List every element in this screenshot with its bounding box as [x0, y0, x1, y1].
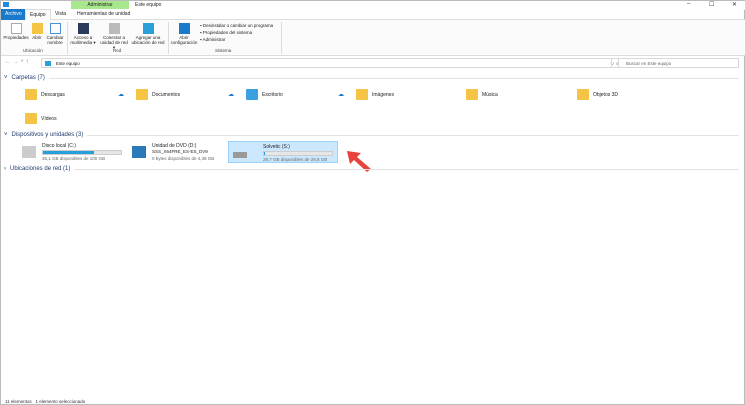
rename-button[interactable]: Cambiar nombre	[45, 23, 65, 45]
divider	[67, 22, 68, 54]
address-bar[interactable]: Este equipo ↻	[41, 58, 619, 68]
usb-drive-icon	[233, 152, 247, 158]
properties-button[interactable]: Propiedades	[3, 23, 29, 40]
drive-d[interactable]: Unidad de DVD (D:) SSS_X64FRE_ES-ES_DV9 …	[128, 141, 238, 163]
documents-icon	[136, 89, 148, 100]
downloads-icon	[25, 89, 37, 100]
folder-documentos[interactable]: Documentos	[136, 89, 180, 100]
music-icon	[466, 89, 478, 100]
up-button[interactable]: ↑	[26, 59, 29, 65]
media-access-button[interactable]: Acceso a multimedia ▾	[69, 23, 97, 45]
videos-icon	[25, 113, 37, 124]
forward-button[interactable]: →	[13, 59, 19, 65]
network-drive-icon	[108, 23, 120, 34]
drive-c-usage-bar	[42, 150, 122, 155]
divider	[281, 22, 282, 54]
uninstall-link[interactable]: ▪ Desinstalar o cambiar un programa	[200, 22, 273, 29]
add-network-location-button[interactable]: Agregar una ubicación de red	[131, 23, 165, 45]
folder-musica[interactable]: Música	[466, 89, 498, 100]
open-settings-button[interactable]: Abrir configuración	[170, 23, 198, 45]
section-network-header[interactable]: › Ubicaciones de red (1)	[4, 166, 739, 172]
group-sistema: Sistema	[215, 48, 232, 53]
group-red: Red	[113, 48, 122, 53]
3d-objects-icon	[577, 89, 589, 100]
cloud-icon: ☁	[228, 92, 234, 98]
properties-icon	[10, 23, 22, 34]
drive-s-selected[interactable]: Solvetic (S:) 28,7 GB disponibles de 28,…	[228, 141, 338, 163]
system-properties-link[interactable]: ▪ Propiedades del sistema	[200, 29, 273, 36]
rename-icon	[49, 23, 61, 34]
group-ubicacion: Ubicación	[23, 48, 43, 53]
ribbon: Propiedades Abrir Cambiar nombre Ubicaci…	[1, 20, 745, 56]
nav-buttons: ← → ˅ ↑	[5, 59, 29, 65]
open-button[interactable]: Abrir	[30, 23, 44, 40]
cloud-icon: ☁	[338, 92, 344, 98]
folder-imagenes[interactable]: Imágenes	[356, 89, 394, 100]
divider	[168, 22, 169, 54]
folder-icon	[31, 23, 43, 34]
section-folders-header[interactable]: ˅ Carpetas (7)	[4, 75, 739, 81]
context-tab-administrar[interactable]: Administrar	[71, 1, 129, 9]
folder-objetos-3d[interactable]: Objetos 3D	[577, 89, 618, 100]
tab-herramientas[interactable]: Herramientas de unidad	[73, 9, 134, 20]
status-bar: 11 elementos 1 elemento seleccionado	[5, 399, 86, 404]
ribbon-tabs: Archivo Equipo Vista Herramientas de uni…	[1, 9, 745, 20]
folder-escritorio[interactable]: Escritorio	[246, 89, 283, 100]
tab-archivo[interactable]: Archivo	[1, 9, 26, 20]
window-title: Este equipo	[135, 2, 162, 8]
folder-descargas[interactable]: Descargas	[25, 89, 65, 100]
pictures-icon	[356, 89, 368, 100]
app-icon	[3, 2, 9, 7]
close-button[interactable]: ✕	[732, 1, 737, 8]
search-input[interactable]: ⌕ Buscar en Este equipo	[611, 58, 739, 68]
dvd-drive-icon	[132, 146, 146, 158]
back-button[interactable]: ←	[5, 59, 11, 65]
section-drives-header[interactable]: ˅ Dispositivos y unidades (3)	[4, 132, 739, 138]
manage-link[interactable]: ▪ Administrar	[200, 36, 273, 43]
network-location-icon	[142, 23, 154, 34]
media-icon	[77, 23, 89, 34]
windows-drive-icon	[22, 146, 36, 158]
map-drive-button[interactable]: Conectar a unidad de red ▾	[99, 23, 129, 50]
computer-icon	[45, 61, 51, 66]
folder-videos[interactable]: Vídeos	[25, 113, 57, 124]
desktop-icon	[246, 89, 258, 100]
cloud-icon: ☁	[118, 92, 124, 98]
drive-c[interactable]: Disco local (C:) 35,1 GB disponibles de …	[18, 141, 128, 163]
drive-s-usage-bar	[263, 151, 333, 156]
maximize-button[interactable]: ☐	[709, 1, 714, 8]
recent-dropdown[interactable]: ˅	[20, 59, 24, 65]
search-icon: ⌕	[616, 61, 619, 66]
tab-equipo[interactable]: Equipo	[25, 9, 51, 20]
tab-vista[interactable]: Vista	[51, 9, 70, 20]
system-links: ▪ Desinstalar o cambiar un programa ▪ Pr…	[200, 22, 273, 43]
gear-icon	[178, 23, 190, 34]
minimize-button[interactable]: –	[687, 1, 690, 7]
